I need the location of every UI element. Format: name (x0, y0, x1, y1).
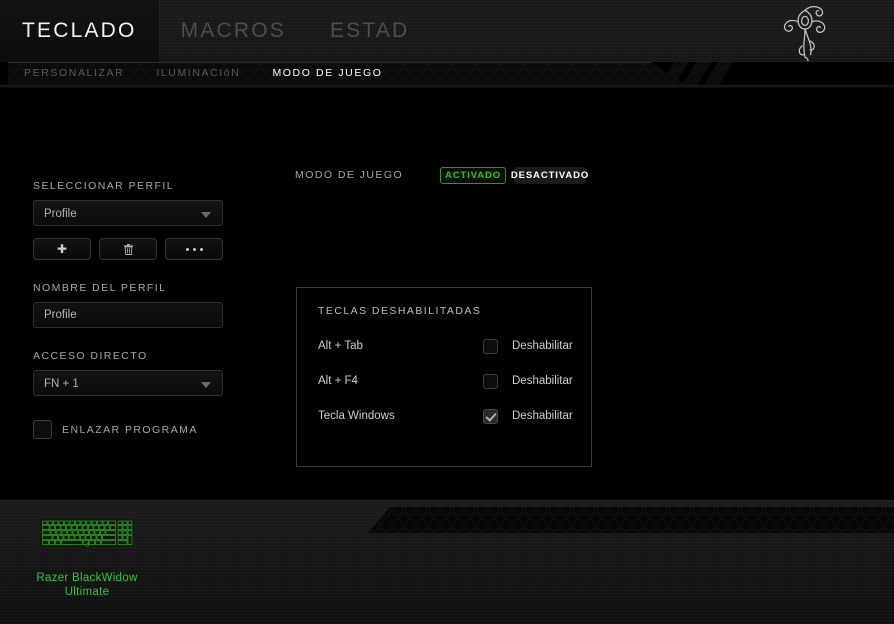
game-mode-header: MODO DE JUEGO ACTIVADO DESACTIVADO (295, 166, 595, 184)
game-mode-panel: MODO DE JUEGO ACTIVADO DESACTIVADO TECLA… (295, 166, 595, 467)
device-name-line1: Razer BlackWidow (36, 572, 138, 584)
device-name: Razer BlackWidow Ultimate (22, 571, 152, 599)
ellipsis-icon (185, 247, 203, 251)
disable-key-label: Deshabilitar (512, 340, 573, 352)
subnav-item-iluminacion-label: ILUMINACIóN (156, 67, 241, 79)
hex-texture-strip (368, 507, 894, 533)
chevron-down-icon (201, 382, 211, 388)
main-tab-macros-label: MACROS (180, 19, 286, 42)
plus-icon: ✚ (56, 242, 68, 256)
game-mode-toggle-off[interactable]: DESACTIVADO (510, 166, 590, 184)
disabled-keys-panel: TECLAS DESHABILITADAS Alt + Tab Deshabil… (296, 287, 592, 467)
shortcut-select-value: FN + 1 (44, 378, 79, 390)
subnav-item-personalizar-label: PERSONALIZAR (24, 67, 125, 79)
main-tab-estad-label: ESTAD (329, 19, 410, 42)
disable-key-label: Deshabilitar (512, 410, 573, 422)
select-profile-label: SELECCIONAR PERFIL (33, 180, 175, 192)
razer-synapse-window: TECLADO MACROS ESTAD PERSONALIZAR ILUMIN… (0, 0, 894, 624)
delete-profile-button[interactable] (99, 238, 157, 260)
game-mode-title: MODO DE JUEGO (295, 169, 404, 181)
game-mode-toggle-on[interactable]: ACTIVADO (440, 166, 506, 184)
sub-nav-items: PERSONALIZAR ILUMINACIóN MODO DE JUEGO (8, 62, 399, 85)
device-bar: Razer BlackWidow Ultimate (0, 500, 894, 624)
disable-key-label: Deshabilitar (512, 375, 573, 387)
main-tab-teclado-label: TECLADO (22, 19, 137, 42)
add-profile-button[interactable]: ✚ (33, 238, 91, 260)
main-tab-teclado[interactable]: TECLADO (0, 0, 159, 62)
link-program-checkbox[interactable] (33, 420, 52, 439)
table-row: Alt + Tab Deshabilitar (318, 335, 580, 357)
keyboard-thumbnail-icon (38, 515, 136, 551)
disable-key-checkbox[interactable] (483, 408, 498, 424)
profile-name-input[interactable] (33, 302, 223, 328)
disable-key-checkbox[interactable] (483, 338, 498, 354)
profile-name-label: NOMBRE DEL PERFIL (33, 282, 167, 294)
link-program-row[interactable]: ENLAZAR PROGRAMA (33, 420, 233, 439)
razer-logo-icon (783, 5, 826, 62)
profile-select-value: Profile (44, 208, 77, 220)
disabled-keys-title: TECLAS DESHABILITADAS (318, 305, 482, 317)
profile-select[interactable]: Profile (33, 200, 223, 226)
main-tab-bar: TECLADO MACROS ESTAD (0, 0, 431, 62)
subnav-item-iluminacion[interactable]: ILUMINACIóN (140, 62, 256, 85)
disabled-key-name: Alt + F4 (318, 375, 358, 387)
table-row: Tecla Windows Deshabilitar (318, 405, 580, 427)
subnav-item-modo-de-juego-label: MODO DE JUEGO (272, 67, 383, 79)
main-tab-macros[interactable]: MACROS (159, 0, 308, 62)
disable-key-checkbox[interactable] (483, 373, 498, 389)
subnav-item-personalizar[interactable]: PERSONALIZAR (8, 62, 140, 85)
game-mode-toggle-off-label: DESACTIVADO (510, 169, 590, 181)
device-name-line2: Ultimate (64, 586, 110, 598)
profile-panel: SELECCIONAR PERFIL Profile ✚ NOMBRE DEL … (33, 180, 233, 439)
main-tab-estad[interactable]: ESTAD (308, 0, 431, 62)
disabled-key-name: Tecla Windows (318, 410, 395, 422)
shortcut-label: ACCESO DIRECTO (33, 350, 148, 362)
profile-actions: ✚ (33, 238, 233, 260)
disabled-key-name: Alt + Tab (318, 340, 363, 352)
subnav-item-modo-de-juego[interactable]: MODO DE JUEGO (256, 62, 398, 85)
main-content: SELECCIONAR PERFIL Profile ✚ NOMBRE DEL … (0, 88, 894, 500)
more-options-button[interactable] (165, 238, 223, 260)
selected-device[interactable]: Razer BlackWidow Ultimate (22, 513, 152, 599)
header-slash-decoration (655, 62, 775, 85)
shortcut-select[interactable]: FN + 1 (33, 370, 223, 396)
trash-icon (123, 243, 133, 255)
table-row: Alt + F4 Deshabilitar (318, 370, 580, 392)
chevron-down-icon (201, 212, 211, 218)
link-program-label: ENLAZAR PROGRAMA (62, 423, 198, 436)
game-mode-toggle-on-label: ACTIVADO (444, 169, 502, 181)
